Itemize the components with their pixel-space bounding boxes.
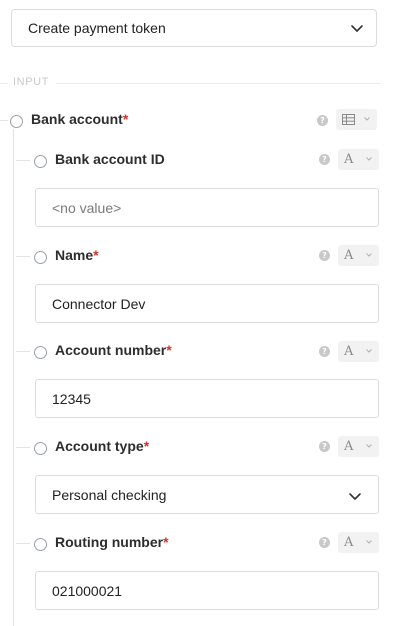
name-type-button[interactable]: A: [338, 245, 379, 266]
account-type-type-button[interactable]: A: [338, 436, 379, 457]
tree-branch: [16, 256, 30, 257]
tree-branch: [0, 120, 8, 121]
tree-branch: [16, 543, 30, 544]
required-mark: *: [163, 534, 169, 550]
field-label-text: Bank account ID: [55, 151, 165, 167]
table-icon: [342, 114, 355, 125]
section-divider: [56, 83, 380, 84]
chevron-down-icon: [364, 117, 370, 121]
tree-branch: [16, 160, 30, 161]
bank-account-id-type-button[interactable]: A: [338, 149, 379, 170]
help-icon[interactable]: ?: [319, 250, 330, 261]
account-number-input[interactable]: 12345: [35, 379, 379, 418]
chevron-down-icon: [366, 349, 372, 353]
text-type-icon: A: [344, 152, 354, 167]
required-mark: *: [122, 111, 129, 127]
text-type-icon: A: [344, 439, 354, 454]
field-label-text: Account type: [55, 438, 144, 454]
tree-branch: [16, 351, 30, 352]
chevron-down-icon: [366, 540, 372, 544]
section-label: INPUT: [13, 76, 49, 88]
account-number-label: Account number*: [55, 342, 172, 358]
field-label-text: Name: [55, 247, 94, 263]
help-icon[interactable]: ?: [319, 441, 330, 452]
required-mark: *: [143, 438, 150, 454]
account-type-radio[interactable]: [34, 442, 47, 455]
text-type-icon: A: [344, 535, 354, 550]
required-mark: *: [93, 247, 99, 263]
account-type-label: Account type*: [55, 438, 149, 454]
tree-branch: [16, 447, 30, 448]
routing-number-label: Routing number*: [55, 534, 169, 550]
bank-account-label-text: Bank account: [31, 111, 123, 127]
text-type-icon: A: [344, 248, 354, 263]
action-select[interactable]: Create payment token: [11, 9, 377, 47]
section-divider-left: [0, 83, 8, 84]
field-label-text: Account number: [55, 342, 167, 358]
chevron-down-icon: [349, 493, 361, 500]
help-icon[interactable]: ?: [317, 115, 328, 126]
chevron-down-icon: [366, 444, 372, 448]
name-label: Name*: [55, 247, 99, 263]
text-type-icon: A: [344, 344, 354, 359]
account-type-select-value: Personal checking: [52, 486, 167, 503]
action-select-value: Create payment token: [28, 20, 166, 36]
name-radio[interactable]: [34, 251, 47, 264]
help-icon[interactable]: ?: [319, 537, 330, 548]
bank-account-id-input[interactable]: <no value>: [35, 188, 379, 227]
routing-number-input[interactable]: 021000021: [35, 571, 379, 610]
required-mark: *: [166, 342, 172, 358]
help-icon[interactable]: ?: [319, 154, 330, 165]
routing-number-radio[interactable]: [34, 538, 47, 551]
help-icon[interactable]: ?: [319, 346, 330, 357]
tree-line-root: [13, 129, 14, 626]
routing-number-type-button[interactable]: A: [338, 532, 379, 553]
account-number-type-button[interactable]: A: [338, 341, 379, 362]
field-label-text: Routing number: [55, 534, 164, 550]
account-number-radio[interactable]: [34, 346, 47, 359]
name-input[interactable]: Connector Dev: [35, 284, 379, 323]
chevron-down-icon: [351, 25, 363, 32]
bank-account-id-radio[interactable]: [34, 155, 47, 168]
chevron-down-icon: [366, 157, 372, 161]
bank-account-label: Bank account*: [31, 111, 128, 127]
bank-account-radio[interactable]: [10, 115, 23, 128]
bank-account-id-label: Bank account ID: [55, 151, 165, 167]
bank-account-type-button[interactable]: [336, 109, 377, 130]
chevron-down-icon: [366, 253, 372, 257]
account-type-select[interactable]: Personal checking: [35, 475, 379, 514]
